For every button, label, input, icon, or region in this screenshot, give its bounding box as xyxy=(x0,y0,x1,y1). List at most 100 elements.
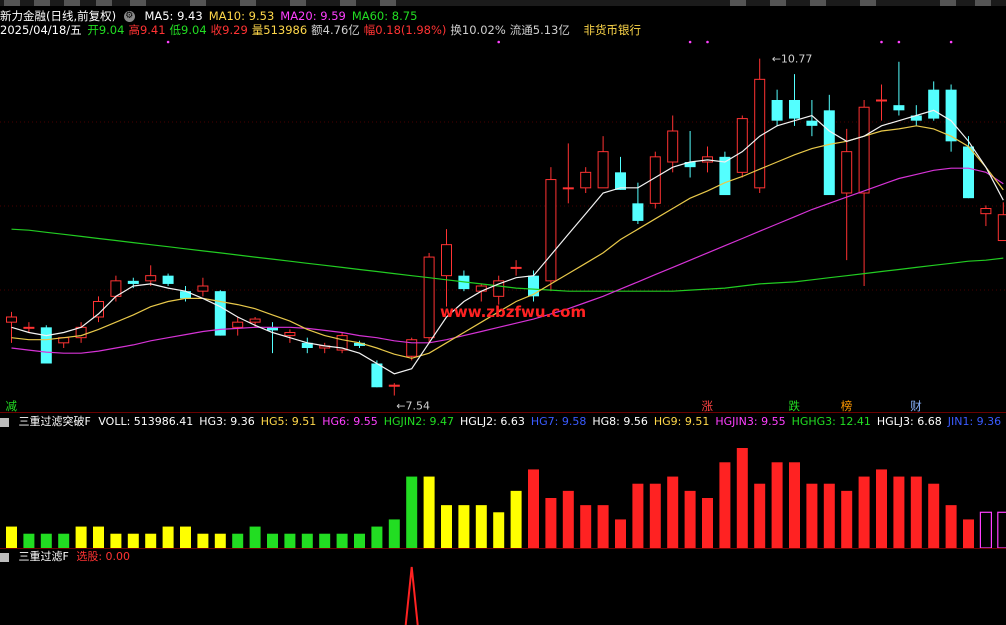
candle[interactable] xyxy=(876,84,887,121)
indicator-bar xyxy=(301,533,313,548)
indicator1-labels: VOLL: 513986.41 HG3: 9.36 HG5: 9.51 HG6: 9.… xyxy=(98,415,1006,428)
indicator2-signal-chart[interactable] xyxy=(0,565,1006,625)
candle-body xyxy=(823,110,835,196)
candle[interactable] xyxy=(736,115,748,178)
candle-body xyxy=(736,118,748,173)
indicator1-label: HGJIN3: 9.55 xyxy=(715,415,786,428)
indicator-bar xyxy=(963,519,974,548)
candle[interactable] xyxy=(615,156,626,190)
candle[interactable] xyxy=(997,202,1006,242)
candle[interactable] xyxy=(510,260,522,276)
candle-body xyxy=(127,280,139,284)
candle[interactable] xyxy=(806,100,818,137)
candle[interactable] xyxy=(162,273,174,286)
indicator-bar xyxy=(475,505,487,548)
candle[interactable] xyxy=(388,383,400,396)
quote-item-value: 513986 xyxy=(263,23,308,37)
candle[interactable] xyxy=(232,317,244,336)
indicator-bar xyxy=(997,511,1006,548)
menu-bar[interactable] xyxy=(0,0,1006,6)
candle-body xyxy=(963,146,974,199)
candle[interactable] xyxy=(197,277,209,297)
candle[interactable] xyxy=(841,128,853,261)
candle[interactable] xyxy=(336,332,348,354)
candle[interactable] xyxy=(858,100,870,286)
indicator1-bar-chart[interactable] xyxy=(0,430,1006,548)
signal-dot xyxy=(949,40,953,44)
indicator-bar xyxy=(649,483,661,548)
quote-item: 额4.76亿 xyxy=(311,23,360,37)
indicator-bar xyxy=(354,533,365,548)
candle[interactable] xyxy=(40,325,52,364)
candle[interactable] xyxy=(632,182,644,224)
candle-body xyxy=(928,89,940,119)
quote-item: 流通5.13亿 xyxy=(510,23,570,37)
indicator-bar xyxy=(232,533,244,548)
candle[interactable] xyxy=(667,115,679,173)
quote-item: 幅0.18(1.98%) xyxy=(364,23,447,37)
candle-body xyxy=(580,171,592,189)
indicator-bar xyxy=(423,476,435,548)
indicator1-name: 三重过滤突破F xyxy=(18,415,91,428)
candle[interactable] xyxy=(580,167,592,193)
indicator-bar xyxy=(162,526,174,548)
quote-item-label: 幅 xyxy=(363,23,376,37)
candle-body xyxy=(162,275,174,284)
signal-spike xyxy=(404,566,419,625)
candle[interactable] xyxy=(423,252,435,343)
candle[interactable] xyxy=(441,229,452,307)
candle[interactable] xyxy=(493,275,505,305)
indicator-bar xyxy=(667,476,679,548)
indicator-bar xyxy=(979,511,993,548)
candle[interactable] xyxy=(789,74,800,126)
indicator-square-icon[interactable] xyxy=(0,552,9,562)
candle[interactable] xyxy=(145,265,157,286)
quote-item-value: 9.04 xyxy=(181,23,207,37)
quote-item: 高9.41 xyxy=(128,23,165,37)
indicator-bar xyxy=(702,498,713,548)
candle[interactable] xyxy=(719,151,731,196)
candle[interactable] xyxy=(754,58,766,193)
indicator-bar xyxy=(145,533,157,548)
indicator-bar xyxy=(110,533,122,548)
candle-body xyxy=(284,332,296,337)
indicator-square-icon[interactable] xyxy=(0,417,9,427)
candle-body xyxy=(789,100,800,119)
candle[interactable] xyxy=(928,81,940,121)
candle[interactable] xyxy=(963,136,974,199)
indicator-bar xyxy=(284,533,296,548)
indicator1-label: HG5: 9.51 xyxy=(260,415,317,428)
indicator-bar xyxy=(180,526,191,548)
ma-label: MA60: 8.75 xyxy=(351,9,418,23)
candle[interactable] xyxy=(371,360,383,388)
candle[interactable] xyxy=(93,296,104,323)
candle-body xyxy=(858,106,870,194)
candle[interactable] xyxy=(893,61,905,116)
indicator-bar xyxy=(771,462,783,548)
candle[interactable] xyxy=(110,275,122,302)
indicator-bar xyxy=(23,533,35,548)
candle[interactable] xyxy=(301,337,313,354)
indicator-bar xyxy=(858,476,870,548)
indicator-bar xyxy=(615,519,626,548)
candle[interactable] xyxy=(545,167,557,292)
panel-divider xyxy=(0,412,1006,413)
indicator2-header: 三重过滤F 选股: 0.00 xyxy=(0,549,136,565)
candle-body xyxy=(510,266,522,269)
candle[interactable] xyxy=(597,136,609,189)
indicator-bar xyxy=(75,526,87,548)
candlestick-chart[interactable]: ←10.77 ←7.54 www.zbzfwu.com xyxy=(0,38,1006,410)
candle[interactable] xyxy=(771,89,783,126)
candle[interactable] xyxy=(980,205,992,227)
settings-badge-icon[interactable]: ⚙ xyxy=(123,11,135,22)
candle[interactable] xyxy=(319,342,331,354)
candle-body xyxy=(841,151,853,194)
indicator-bar xyxy=(684,490,696,548)
candle-body xyxy=(632,203,644,221)
candle[interactable] xyxy=(562,143,574,204)
panel-divider-2 xyxy=(0,548,1006,549)
candle[interactable] xyxy=(684,131,696,178)
indicator-bar xyxy=(249,526,261,548)
candle[interactable] xyxy=(58,337,70,348)
ma-labels: MA5: 9.43 MA10: 9.53 MA20: 9.59 MA60: 8.75 xyxy=(144,9,423,23)
